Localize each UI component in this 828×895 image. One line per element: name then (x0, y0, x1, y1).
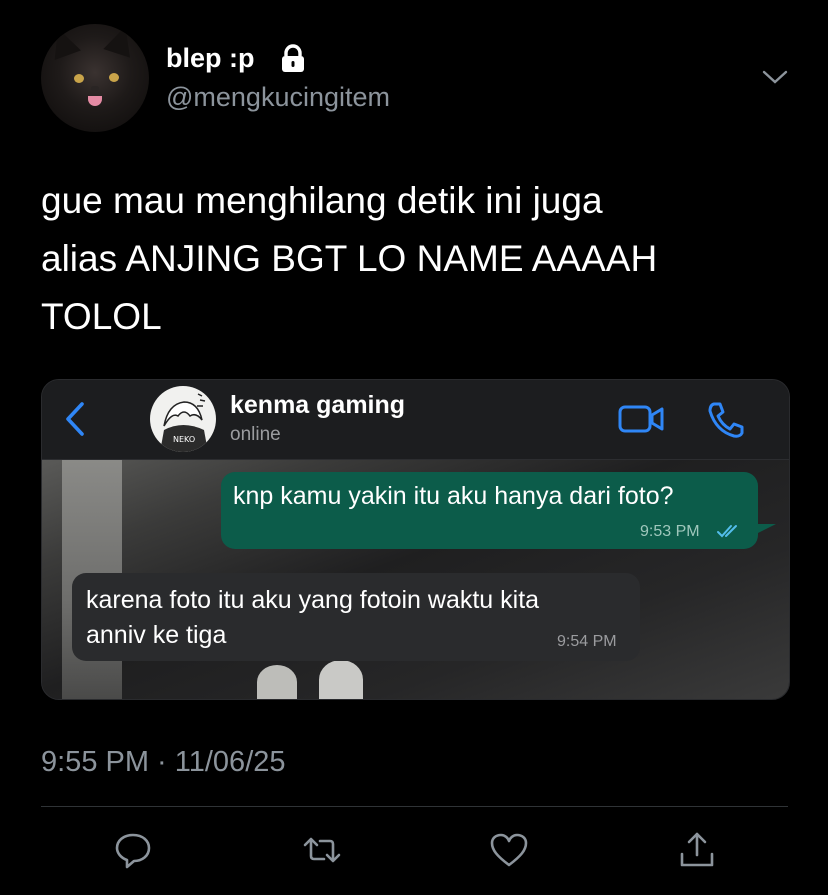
back-arrow-icon (66, 402, 84, 436)
tweet-line: TOLOL (41, 296, 162, 337)
chat-wallpaper-light (319, 660, 363, 699)
bubble-tail (748, 524, 776, 538)
tweet-line: alias ANJING BGT LO NAME AAAAH (41, 238, 658, 279)
contact-status: online (230, 424, 281, 445)
reply-icon[interactable] (113, 830, 153, 870)
message-text: knp kamu yakin itu aku hanya dari foto? (233, 482, 674, 510)
cat-ear-left (45, 24, 81, 60)
message-line: karena foto itu aku yang fotoin waktu ki… (86, 586, 540, 614)
cat-eye-right (109, 73, 119, 82)
tweet-line: gue mau menghilang detik ini juga (41, 180, 603, 221)
cat-tongue (88, 96, 102, 106)
retweet-icon[interactable] (302, 830, 342, 870)
tweet-timestamp[interactable]: 9:55 PM · 11/06/25 (41, 746, 286, 779)
message-time: 9:53 PM (640, 523, 700, 540)
share-icon[interactable] (677, 830, 717, 870)
chat-wallpaper-light (257, 665, 297, 699)
chevron-down-icon[interactable] (762, 68, 788, 86)
phone-icon (708, 402, 744, 438)
cat-nose (91, 86, 99, 91)
svg-text:NEKO: NEKO (173, 435, 195, 444)
message-line: anniv ke tiga (86, 621, 227, 649)
tweet-text: gue mau menghilang detik ini juga alias … (41, 172, 781, 346)
divider (41, 806, 788, 807)
tweet-media-image[interactable]: NEKO kenma gaming online knp kamu yakin … (41, 379, 790, 700)
cat-ear-right (103, 24, 139, 58)
video-call-icon (618, 405, 664, 433)
read-receipt-icon (717, 525, 737, 538)
handle[interactable]: @mengkucingitem (166, 82, 390, 113)
message-text: karena foto itu aku yang fotoin waktu ki… (86, 583, 626, 653)
contact-avatar: NEKO (150, 386, 216, 452)
message-time: 9:54 PM (557, 633, 617, 650)
lock-icon (282, 44, 304, 72)
display-name[interactable]: blep :p (166, 43, 255, 74)
contact-name: kenma gaming (230, 391, 406, 419)
avatar[interactable] (41, 24, 149, 132)
like-icon[interactable] (489, 830, 529, 870)
cat-eye-left (74, 74, 84, 83)
